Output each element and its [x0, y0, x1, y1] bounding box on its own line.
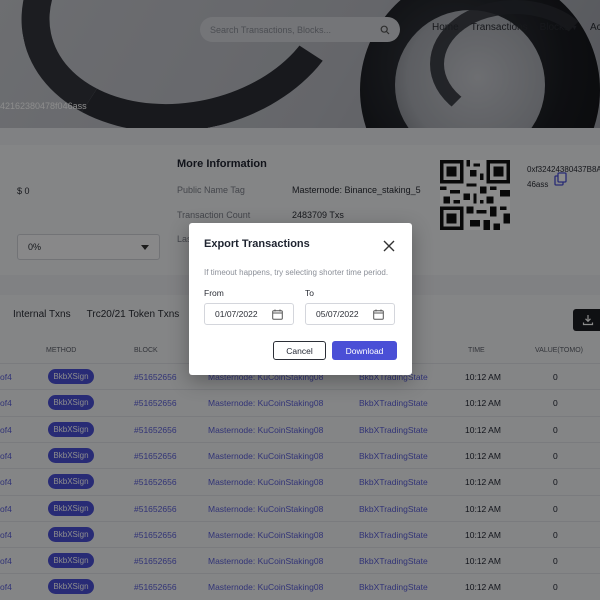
to-label: To	[305, 288, 314, 298]
calendar-icon[interactable]	[272, 309, 283, 320]
from-date-value: 01/07/2022	[215, 309, 258, 319]
to-date-value: 05/07/2022	[316, 309, 359, 319]
download-submit-button[interactable]: Download	[332, 341, 397, 360]
cancel-button[interactable]: Cancel	[273, 341, 326, 360]
to-date-field[interactable]: 05/07/2022	[305, 303, 395, 325]
from-label: From	[204, 288, 224, 298]
export-transactions-dialog: Export Transactions If timeout happens, …	[189, 223, 412, 375]
close-icon[interactable]	[382, 239, 396, 253]
from-date-field[interactable]: 01/07/2022	[204, 303, 294, 325]
dialog-hint: If timeout happens, try selecting shorte…	[204, 268, 389, 277]
dialog-title: Export Transactions	[204, 238, 310, 250]
calendar-icon[interactable]	[373, 309, 384, 320]
